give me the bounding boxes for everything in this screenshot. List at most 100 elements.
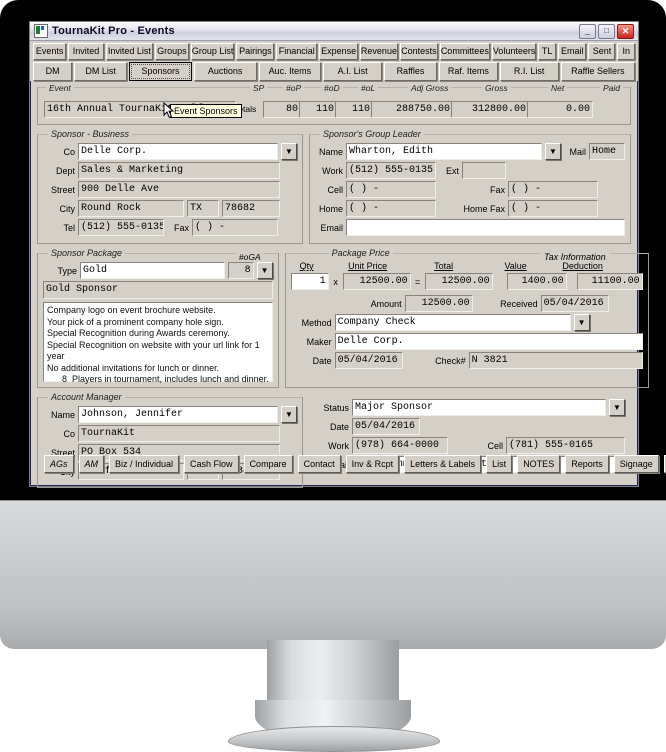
gl-name-dropdown-icon[interactable]: ▼ [545,143,561,160]
price-date-field[interactable]: 05/04/2016 [334,352,403,369]
method-field[interactable]: Company Check [334,314,571,331]
city-label: City [59,203,76,214]
tab-raf-items[interactable]: Raf. Items [438,62,498,81]
tab-invited[interactable]: Invited [68,43,104,60]
tab-dm-list[interactable]: DM List [74,62,128,81]
fax-field[interactable]: ( ) - [192,219,278,236]
footer-button-ags[interactable]: AGs [44,455,74,473]
zip-field[interactable]: 78682 [222,200,280,217]
am-work-field[interactable]: (978) 664-0000 [352,437,448,454]
package-type-field[interactable]: Gold [80,262,225,279]
footer-button-am[interactable]: AM [78,455,105,473]
tab-expense[interactable]: Expense [319,43,358,60]
tab-raffles[interactable]: Raffles [384,62,437,81]
am-name-field[interactable]: Johnson, Jennifer [78,406,278,423]
event-legend: Event [46,83,74,93]
tab-sponsors[interactable]: Sponsors [129,62,192,81]
tab-events[interactable]: Events [33,43,67,60]
amount-field[interactable]: 12500.00 [404,295,473,312]
monitor-chin [0,500,666,649]
unit-price-field[interactable]: 12500.00 [342,273,411,290]
gl-home-fax-field[interactable]: ( ) - [508,200,598,217]
title-bar[interactable]: TournaKit Pro - Events _ □ ✕ [30,22,638,41]
total-field[interactable]: 12500.00 [424,273,493,290]
gl-cell-field[interactable]: ( ) - [346,181,436,198]
tab-committees[interactable]: Committees [439,43,490,60]
maximize-button[interactable]: □ [598,23,615,39]
tab-r-i-list[interactable]: R.I. List [499,62,559,81]
gl-fax-field[interactable]: ( ) - [508,181,598,198]
adj-gross-value[interactable]: 288750.00 [371,101,453,118]
tab-tl[interactable]: TL [538,43,556,60]
tab-groups[interactable]: Groups [154,43,189,60]
tab-dm[interactable]: DM [33,62,73,81]
benefit-line: 8 Players in tournament, includes lunch … [47,374,269,384]
dept-field[interactable]: Sales & Marketing [78,162,280,179]
footer-button-signage[interactable]: Signage [613,455,659,473]
oga-value[interactable]: 8 [227,262,254,279]
check-number-field[interactable]: N 3821 [468,352,643,369]
tab-auctions[interactable]: Auctions [193,62,257,81]
method-dropdown-icon[interactable]: ▼ [573,314,590,331]
gl-work-field[interactable]: (512) 555-0135 [346,162,436,179]
footer-button-reports[interactable]: Reports [565,455,609,473]
tel-field[interactable]: (512) 555-0135 [78,219,164,236]
application-window: TournaKit Pro - Events _ □ ✕ Events Invit… [29,21,666,488]
tab-a-i-list[interactable]: A.I. List [323,62,383,81]
oga-dropdown-icon[interactable]: ▼ [256,262,273,279]
maker-label: Maker [306,336,332,347]
footer-button-notes[interactable]: NOTES [517,455,561,473]
tab-group-list[interactable]: Group List [190,43,235,60]
gl-email-field[interactable] [346,219,625,236]
tab-revenue[interactable]: Revenue [359,43,398,60]
sp-value[interactable]: 80 [263,101,301,118]
nod-value[interactable]: 110 [335,101,373,118]
am-cell-field[interactable]: (781) 555-0165 [506,437,625,454]
tel-label: Tel [63,222,75,233]
city-field[interactable]: Round Rock [78,200,184,217]
tab-volunteers[interactable]: Volunteers [491,43,537,60]
minimize-button[interactable]: _ [579,23,596,39]
footer-button-compare[interactable]: Compare [243,455,293,473]
net-value[interactable]: 0.00 [527,101,593,118]
tab-email[interactable]: Email [557,43,587,60]
street-field[interactable]: 900 Delle Ave [78,181,280,198]
am-date-field[interactable]: 05/04/2016 [352,418,420,435]
footer-button-cash-flow[interactable]: Cash Flow [184,455,239,473]
tax-deduction-field[interactable]: 11100.00 [576,273,643,290]
gl-ext-label: Ext [445,165,459,176]
am-name-dropdown-icon[interactable]: ▼ [281,406,297,423]
tab-financial[interactable]: Financial [276,43,318,60]
status-field[interactable]: Major Sponsor [352,399,606,416]
footer-button-biz-individual[interactable]: Biz / Individual [109,455,180,473]
tab-raffle-sellers[interactable]: Raffle Sellers [560,62,635,81]
am-co-field[interactable]: TournaKit [78,425,280,442]
qty-field[interactable]: 1 [290,273,329,290]
footer-button-list[interactable]: List [486,455,513,473]
tab-in[interactable]: In [617,43,636,60]
tax-value-field[interactable]: 1400.00 [506,273,567,290]
gl-mail-field[interactable]: Home [589,143,625,160]
gross-value[interactable]: 312800.00 [451,101,529,118]
nop-value[interactable]: 110 [299,101,337,118]
tab-pairings[interactable]: Pairings [236,43,275,60]
gl-home-field[interactable]: ( ) - [346,200,436,217]
footer-button-inv-rcpt[interactable]: Inv & Rcpt [345,455,400,473]
gl-ext-field[interactable] [462,162,506,179]
footer-button-contact[interactable]: Contact [297,455,341,473]
app-icon [34,24,48,38]
maker-field[interactable]: Delle Corp. [334,333,643,350]
state-field[interactable]: TX [187,200,219,217]
package-benefits-memo[interactable]: Company logo on event brochure website. … [43,302,273,384]
tab-contests[interactable]: Contests [399,43,438,60]
co-field[interactable]: Delle Corp. [78,143,278,160]
footer-button-letters-labels[interactable]: Letters & Labels [404,455,482,473]
co-dropdown-icon[interactable]: ▼ [281,143,297,160]
received-field[interactable]: 05/04/2016 [540,295,609,312]
close-button[interactable]: ✕ [617,23,634,39]
tab-auc-items[interactable]: Auc. Items [258,62,322,81]
status-dropdown-icon[interactable]: ▼ [609,399,625,416]
tab-invited-list[interactable]: Invited List [105,43,153,60]
tab-sent[interactable]: Sent [588,43,616,60]
gl-name-field[interactable]: Wharton, Edith [346,143,542,160]
